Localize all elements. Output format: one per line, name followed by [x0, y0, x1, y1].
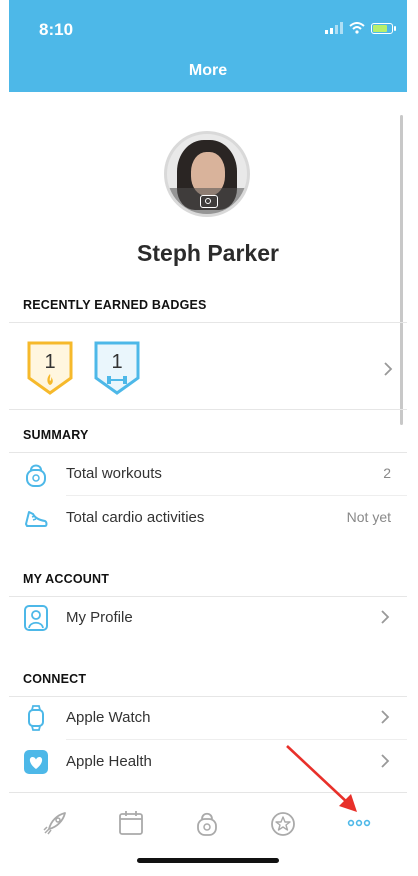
connect-label: Apple Health [66, 753, 152, 770]
account-row-my-profile[interactable]: My Profile [9, 596, 407, 640]
status-time: 8:10 [39, 20, 74, 39]
profile-name: Steph Parker [137, 240, 279, 266]
kettlebell-icon[interactable] [193, 809, 221, 837]
badge-count: 1 [111, 351, 122, 373]
watch-icon [28, 705, 44, 731]
divider [9, 409, 407, 410]
rocket-icon[interactable] [41, 809, 69, 837]
chevron-right-icon [381, 610, 390, 624]
annotation-arrow [286, 745, 357, 812]
chevron-right-icon [381, 710, 390, 724]
badge-count: 1 [44, 351, 55, 373]
summary-row-cardio[interactable]: Total cardio activities Not yet [9, 496, 407, 540]
camera-icon[interactable] [200, 195, 218, 208]
battery-icon [371, 22, 396, 34]
connect-row-apple-watch[interactable]: Apple Watch [9, 696, 407, 740]
heart-icon [24, 750, 48, 774]
summary-value: Not yet [346, 509, 391, 525]
app-screen: 8:10 More Steph Parker RECENTLY EARNED B… [9, 0, 407, 876]
badge-flame[interactable]: 1 [26, 340, 74, 396]
connect-label: Apple Watch [66, 709, 151, 726]
badge-dumbbell[interactable]: 1 [93, 340, 141, 396]
scrollbar[interactable] [400, 115, 403, 425]
summary-row-total-workouts[interactable]: Total workouts 2 [9, 452, 407, 496]
profile-icon [24, 605, 48, 631]
badges-chevron-right-icon[interactable] [383, 362, 393, 376]
signal-icon [325, 22, 343, 34]
account-section-title: MY ACCOUNT [23, 572, 110, 586]
wifi-icon [349, 22, 365, 34]
summary-section-title: SUMMARY [23, 428, 89, 442]
account-label: My Profile [66, 609, 133, 626]
app-header: 8:10 More [9, 0, 407, 92]
badges-section-title: RECENTLY EARNED BADGES [23, 298, 207, 312]
page-title: More [188, 62, 228, 79]
summary-label: Total workouts [66, 465, 162, 482]
summary-label: Total cardio activities [66, 509, 205, 526]
chevron-right-icon [381, 754, 390, 768]
calendar-icon[interactable] [117, 809, 145, 837]
home-indicator [137, 858, 279, 863]
status-icons [325, 22, 396, 34]
connect-section-title: CONNECT [23, 672, 87, 686]
avatar[interactable] [164, 131, 250, 217]
kettlebell-icon [26, 464, 46, 487]
shoe-icon [25, 511, 48, 527]
summary-value: 2 [383, 465, 391, 481]
divider [9, 322, 407, 323]
